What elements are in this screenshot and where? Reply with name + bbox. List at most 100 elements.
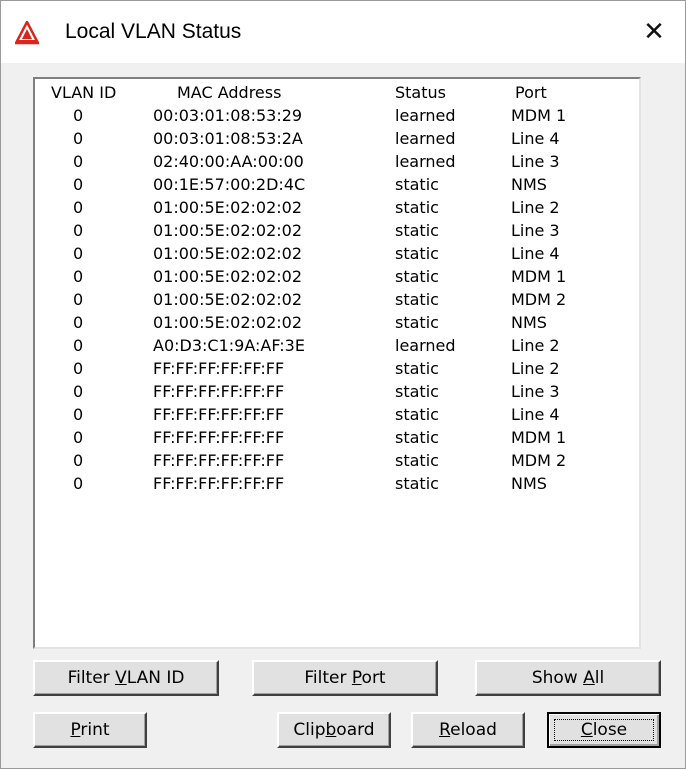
row-status: learned [395,106,456,125]
row-mac-address: 01:00:5E:02:02:02 [153,290,303,309]
row-vlan-id: 0 [73,474,84,493]
row-port: MDM 1 [511,267,567,286]
table-row[interactable]: 0 FF:FF:FF:FF:FF:FF static Line 4 [35,403,639,426]
table-row[interactable]: 0 00:03:01:08:53:29 learned MDM 1 [35,104,639,127]
row-status: static [395,290,439,309]
row-vlan-id: 0 [73,175,84,194]
row-port: Line 3 [511,221,560,240]
row-port: MDM 1 [511,428,567,447]
row-mac-address: 01:00:5E:02:02:02 [153,313,303,332]
row-mac-address: FF:FF:FF:FF:FF:FF [153,428,285,447]
row-port: Line 4 [511,405,560,424]
row-status: static [395,198,439,217]
row-port: Line 2 [511,336,560,355]
row-port: NMS [511,474,547,493]
row-vlan-id: 0 [73,152,84,171]
filter-vlan-id-button[interactable]: Filter VLAN ID [33,660,219,696]
close-icon[interactable]: ✕ [623,1,685,63]
header-port: Port [515,83,547,102]
row-mac-address: 01:00:5E:02:02:02 [153,198,303,217]
row-status: static [395,313,439,332]
print-button[interactable]: Print [33,712,147,748]
row-status: static [395,221,439,240]
list-header: VLAN ID MAC Address Status Port [35,81,639,104]
table-row[interactable]: 0 01:00:5E:02:02:02 static NMS [35,311,639,334]
row-mac-address: 01:00:5E:02:02:02 [153,267,303,286]
row-mac-address: FF:FF:FF:FF:FF:FF [153,474,285,493]
row-vlan-id: 0 [73,106,84,125]
row-vlan-id: 0 [73,221,84,240]
table-row[interactable]: 0 FF:FF:FF:FF:FF:FF static NMS [35,472,639,495]
row-mac-address: 01:00:5E:02:02:02 [153,221,303,240]
filter-port-button[interactable]: Filter Port [252,660,438,696]
row-mac-address: FF:FF:FF:FF:FF:FF [153,451,285,470]
row-vlan-id: 0 [73,428,84,447]
window-title: Local VLAN Status [65,20,242,43]
row-vlan-id: 0 [73,382,84,401]
row-vlan-id: 0 [73,451,84,470]
row-vlan-id: 0 [73,336,84,355]
clipboard-button[interactable]: Clipboard [277,712,391,748]
table-row[interactable]: 0 FF:FF:FF:FF:FF:FF static Line 3 [35,380,639,403]
close-button[interactable]: Close [547,712,661,748]
table-row[interactable]: 0 01:00:5E:02:02:02 static Line 4 [35,242,639,265]
row-mac-address: FF:FF:FF:FF:FF:FF [153,405,285,424]
row-port: NMS [511,175,547,194]
row-vlan-id: 0 [73,359,84,378]
dialog-window: Local VLAN Status ✕ VLAN ID MAC Address … [0,0,686,769]
row-status: learned [395,336,456,355]
row-vlan-id: 0 [73,129,84,148]
row-mac-address: FF:FF:FF:FF:FF:FF [153,382,285,401]
table-row[interactable]: 0 FF:FF:FF:FF:FF:FF static MDM 2 [35,449,639,472]
row-port: MDM 1 [511,106,567,125]
row-status: static [395,451,439,470]
table-row[interactable]: 0 01:00:5E:02:02:02 static MDM 1 [35,265,639,288]
row-status: learned [395,152,456,171]
row-status: static [395,175,439,194]
table-row[interactable]: 0 01:00:5E:02:02:02 static Line 2 [35,196,639,219]
title-bar[interactable]: Local VLAN Status ✕ [1,1,685,63]
row-mac-address: A0:D3:C1:9A:AF:3E [153,336,305,355]
header-mac-address: MAC Address [177,83,282,102]
row-port: NMS [511,313,547,332]
row-vlan-id: 0 [73,290,84,309]
row-vlan-id: 0 [73,267,84,286]
row-port: MDM 2 [511,290,567,309]
warning-triangle-logo-icon [15,21,39,45]
row-port: Line 3 [511,152,560,171]
row-vlan-id: 0 [73,405,84,424]
table-row[interactable]: 0 01:00:5E:02:02:02 static Line 3 [35,219,639,242]
header-vlan-id: VLAN ID [51,83,117,102]
table-row[interactable]: 0 00:03:01:08:53:2A learned Line 4 [35,127,639,150]
row-status: static [395,382,439,401]
row-mac-address: FF:FF:FF:FF:FF:FF [153,359,285,378]
row-status: static [395,244,439,263]
row-mac-address: 00:03:01:08:53:2A [153,129,303,148]
table-row[interactable]: 0 FF:FF:FF:FF:FF:FF static Line 2 [35,357,639,380]
table-row[interactable]: 0 A0:D3:C1:9A:AF:3E learned Line 2 [35,334,639,357]
focus-rectangle [554,719,654,741]
row-mac-address: 00:03:01:08:53:29 [153,106,303,125]
row-status: static [395,405,439,424]
row-port: Line 4 [511,129,560,148]
row-status: static [395,267,439,286]
vlan-status-list[interactable]: VLAN ID MAC Address Status Port 0 00:03:0… [33,77,641,649]
reload-button[interactable]: Reload [411,712,525,748]
row-port: MDM 2 [511,451,567,470]
row-mac-address: 00:1E:57:00:2D:4C [153,175,306,194]
row-mac-address: 01:00:5E:02:02:02 [153,244,303,263]
table-row[interactable]: 0 02:40:00:AA:00:00 learned Line 3 [35,150,639,173]
row-vlan-id: 0 [73,313,84,332]
table-row[interactable]: 0 01:00:5E:02:02:02 static MDM 2 [35,288,639,311]
row-mac-address: 02:40:00:AA:00:00 [153,152,304,171]
row-vlan-id: 0 [73,244,84,263]
row-status: learned [395,129,456,148]
row-status: static [395,359,439,378]
show-all-button[interactable]: Show All [475,660,661,696]
row-port: Line 4 [511,244,560,263]
table-row[interactable]: 0 FF:FF:FF:FF:FF:FF static MDM 1 [35,426,639,449]
table-row[interactable]: 0 00:1E:57:00:2D:4C static NMS [35,173,639,196]
row-port: Line 2 [511,359,560,378]
row-vlan-id: 0 [73,198,84,217]
header-status: Status [395,83,446,102]
